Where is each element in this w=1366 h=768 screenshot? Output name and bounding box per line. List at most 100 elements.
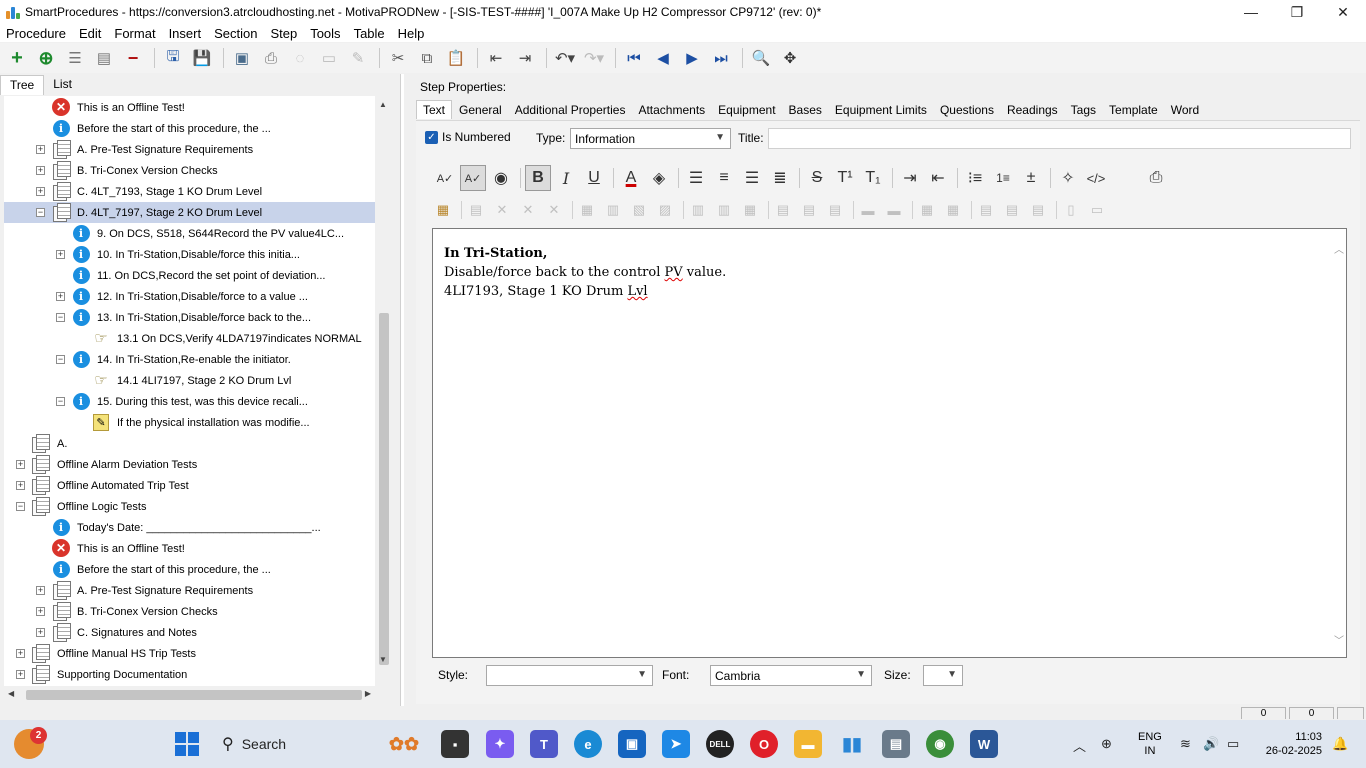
menu-insert[interactable]: Insert: [169, 26, 202, 41]
tree-item[interactable]: + A. Pre-Test Signature Requirements: [4, 580, 375, 601]
tree-item[interactable]: + Offline Manual HS Trip Tests: [4, 643, 375, 664]
step-text-editor[interactable]: In Tri-Station, Disable/force back to th…: [432, 228, 1347, 658]
strikethrough-icon[interactable]: S: [804, 165, 830, 191]
tab-attachments[interactable]: Attachments: [632, 101, 711, 119]
move-icon[interactable]: ✥: [777, 45, 803, 71]
tools-icon[interactable]: ✎: [345, 45, 371, 71]
tree-item[interactable]: + i 10. In Tri-Station,Disable/force this …: [4, 244, 375, 265]
network-settings-icon[interactable]: ⊕: [1101, 736, 1112, 752]
highlight-icon[interactable]: ◈: [646, 165, 672, 191]
refresh-icon[interactable]: ◌: [287, 45, 313, 71]
valign-top-icon[interactable]: ▦: [916, 199, 938, 221]
insert-row-above-icon[interactable]: ▤: [772, 199, 794, 221]
tree-vertical-scrollbar[interactable]: ▲ ▼: [375, 96, 392, 686]
scroll-left-icon[interactable]: ◀: [8, 689, 14, 698]
view-icon[interactable]: ▭: [316, 45, 342, 71]
menu-table[interactable]: Table: [354, 26, 385, 41]
pane-splitter[interactable]: [400, 74, 404, 706]
language-indicator[interactable]: ENG IN: [1138, 730, 1162, 758]
save-all-icon[interactable]: 💾: [189, 45, 215, 71]
expand-icon[interactable]: +: [36, 145, 45, 154]
copy-icon[interactable]: ⧉: [414, 45, 440, 71]
add-child-icon[interactable]: ⊕: [33, 45, 59, 71]
tree-item[interactable]: i Today's Date: _________________________…: [4, 517, 375, 538]
tree-item[interactable]: ✎ If the physical installation was modifi…: [4, 412, 375, 433]
html-source-icon[interactable]: </>: [1083, 165, 1109, 191]
tree-item[interactable]: − D. 4LT_7197, Stage 2 KO Drum Level: [4, 202, 375, 223]
font-select[interactable]: Cambria ▼: [710, 665, 872, 686]
tab-template[interactable]: Template: [1103, 101, 1164, 119]
expand-icon[interactable]: +: [16, 460, 25, 469]
indent-icon[interactable]: ⇥: [512, 45, 538, 71]
table-align-center-icon[interactable]: ▤: [1001, 199, 1023, 221]
expand-icon[interactable]: +: [36, 586, 45, 595]
scroll-down-icon[interactable]: ▼: [379, 655, 387, 664]
list-edit-icon[interactable]: ▤: [91, 45, 117, 71]
magic-wand-icon[interactable]: ✧: [1055, 165, 1081, 191]
editor-content[interactable]: In Tri-Station, Disable/force back to th…: [444, 244, 726, 301]
tab-general[interactable]: General: [453, 101, 508, 119]
insert-row-below-icon[interactable]: ▤: [798, 199, 820, 221]
tree-item[interactable]: i Before the start of this procedure, the…: [4, 559, 375, 580]
delete-table-icon[interactable]: ✕: [491, 199, 513, 221]
autospell-icon[interactable]: A✓: [460, 165, 486, 191]
row-height-icon[interactable]: ▭: [1086, 199, 1108, 221]
align-left-icon[interactable]: ☰: [683, 165, 709, 191]
editor-scroll-down-icon[interactable]: ﹀: [1334, 632, 1344, 647]
menu-section[interactable]: Section: [214, 26, 257, 41]
editor-scroll-up-icon[interactable]: ︿: [1334, 241, 1344, 256]
tree-item[interactable]: − i 13. In Tri-Station,Disable/force back …: [4, 307, 375, 328]
table-align-right-icon[interactable]: ▤: [1027, 199, 1049, 221]
remove-icon[interactable]: −: [120, 45, 146, 71]
tree-horizontal-scrollbar[interactable]: ◀ ▶: [4, 686, 375, 703]
publish-icon[interactable]: ▣: [229, 45, 255, 71]
tab-equipment[interactable]: Equipment: [712, 101, 781, 119]
system-clock[interactable]: 11:03 26-02-2025: [1258, 730, 1322, 758]
minimize-button[interactable]: —: [1228, 0, 1274, 24]
wifi-icon[interactable]: ≋: [1180, 736, 1191, 752]
scroll-right-icon[interactable]: ▶: [365, 689, 371, 698]
justify-icon[interactable]: ≣: [767, 165, 793, 191]
tree-item[interactable]: − Offline Logic Tests: [4, 496, 375, 517]
tree-item[interactable]: + Supporting Documentation: [4, 664, 375, 685]
opera-icon[interactable]: O: [750, 730, 778, 758]
close-button[interactable]: ✕: [1320, 0, 1366, 24]
menu-help[interactable]: Help: [398, 26, 425, 41]
expand-icon[interactable]: +: [36, 166, 45, 175]
dell-icon[interactable]: DELL: [706, 730, 734, 758]
outdent-icon[interactable]: ⇤: [483, 45, 509, 71]
tree-item[interactable]: + A. Pre-Test Signature Requirements: [4, 139, 375, 160]
previous-icon[interactable]: ◀: [650, 45, 676, 71]
collapse-icon[interactable]: −: [16, 502, 25, 511]
tree-item[interactable]: ✕ This is an Offline Test!: [4, 538, 375, 559]
delete-row-icon[interactable]: ✕: [517, 199, 539, 221]
tree-item[interactable]: − i 14. In Tri-Station,Re-enable the initi…: [4, 349, 375, 370]
battery-icon[interactable]: ▭: [1227, 736, 1239, 752]
store-icon[interactable]: ▣: [618, 730, 646, 758]
split-cells-icon[interactable]: ▬: [883, 199, 905, 221]
record-icon[interactable]: ◉: [488, 165, 514, 191]
type-select[interactable]: Information ▼: [570, 128, 731, 149]
style-select[interactable]: ▼: [486, 665, 653, 686]
copilot-icon[interactable]: ✦: [486, 730, 514, 758]
tab-tags[interactable]: Tags: [1065, 101, 1102, 119]
tree-item[interactable]: + C. Signatures and Notes: [4, 622, 375, 643]
border-icon[interactable]: ▨: [654, 199, 676, 221]
volume-icon[interactable]: 🔊: [1203, 736, 1219, 752]
tab-bases[interactable]: Bases: [783, 101, 828, 119]
maximize-button[interactable]: ❐: [1274, 0, 1320, 24]
expand-icon[interactable]: +: [16, 649, 25, 658]
spellcheck-icon[interactable]: A✓: [432, 165, 458, 191]
tree-item[interactable]: + Offline Alarm Deviation Tests: [4, 454, 375, 475]
bold-icon[interactable]: B: [525, 165, 551, 191]
table-props-icon[interactable]: ▤: [465, 199, 487, 221]
redo-icon[interactable]: ↷▾: [581, 45, 607, 71]
column-width-icon[interactable]: ▯: [1060, 199, 1082, 221]
align-right-icon[interactable]: ☰: [739, 165, 765, 191]
tab-text[interactable]: Text: [416, 100, 453, 119]
search-highlight-icon[interactable]: ✿✿: [378, 730, 430, 758]
merge-cells-icon[interactable]: ▬: [857, 199, 879, 221]
indent-increase-icon[interactable]: ⇥: [897, 165, 923, 191]
font-color-icon[interactable]: A: [618, 165, 644, 191]
horizontal-line-icon[interactable]: ±: [1018, 165, 1044, 191]
